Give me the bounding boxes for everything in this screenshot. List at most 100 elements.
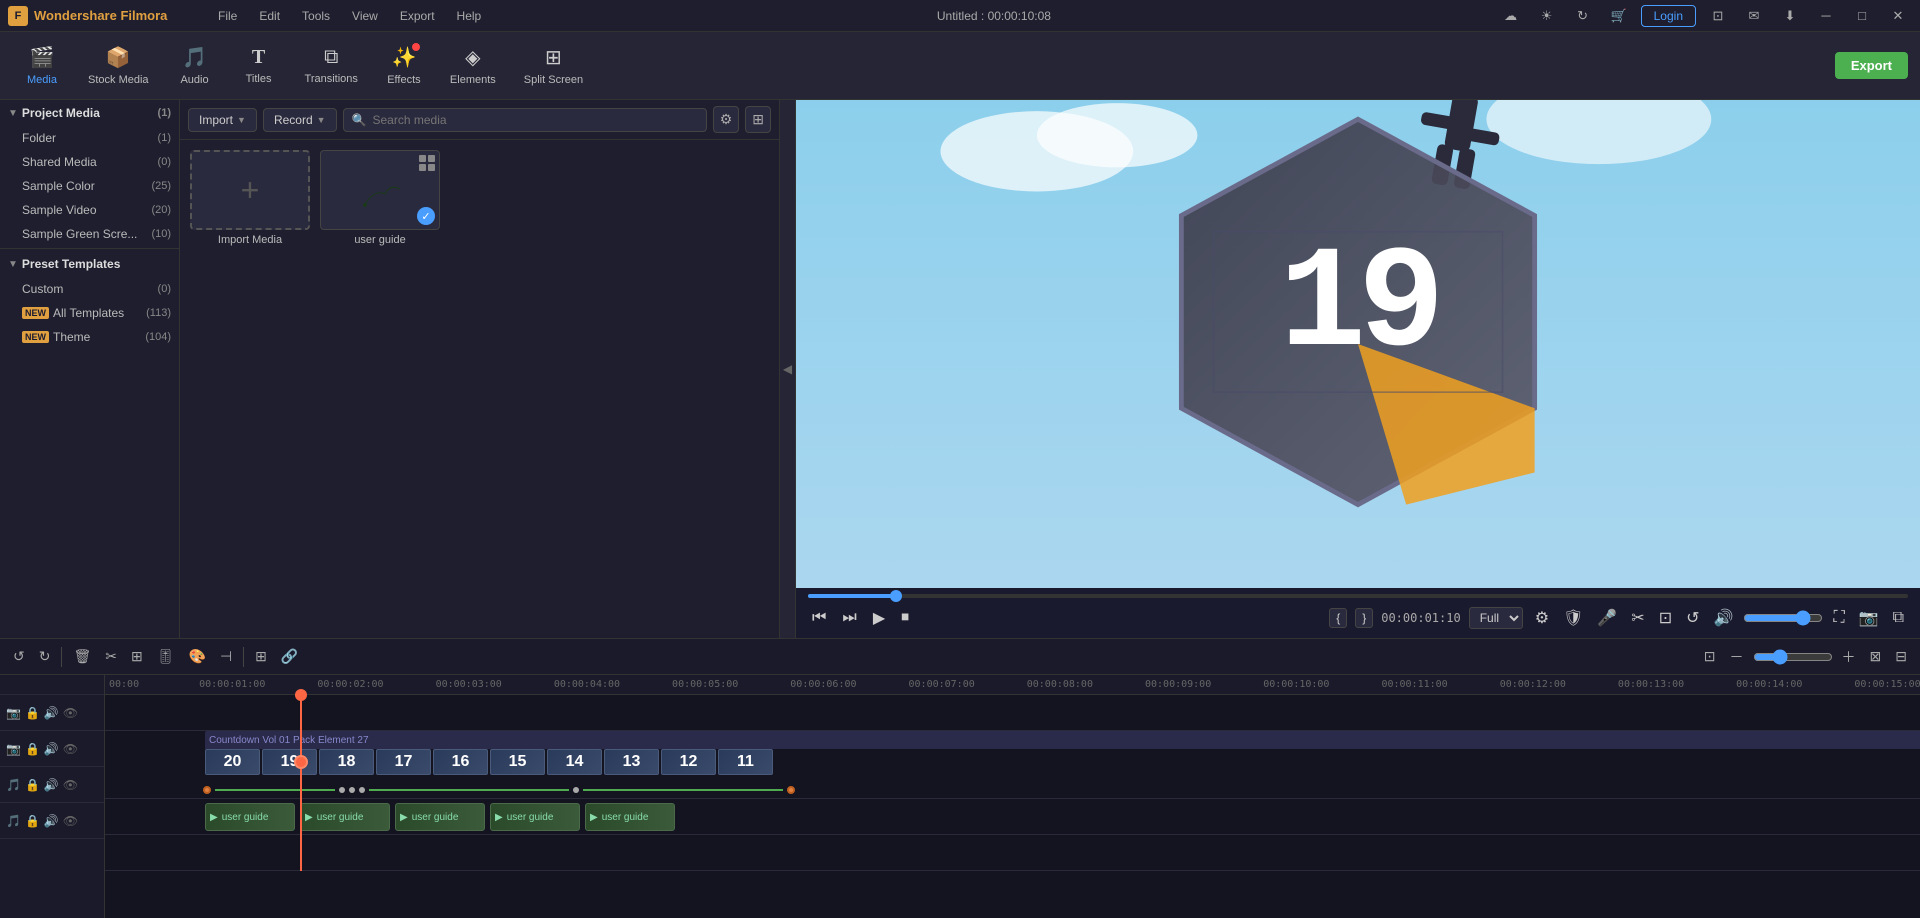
cloud-icon[interactable]: ☁ bbox=[1497, 5, 1525, 27]
sidebar-item-sample-green[interactable]: Sample Green Scre... (10) bbox=[0, 222, 179, 246]
track1-lock[interactable]: 🔒 bbox=[25, 706, 40, 720]
menu-view[interactable]: View bbox=[342, 5, 388, 27]
progress-bar[interactable] bbox=[808, 594, 1908, 598]
close-button[interactable]: ✕ bbox=[1884, 5, 1912, 27]
track3-audio[interactable]: 🔊 bbox=[44, 778, 59, 792]
section-project-media[interactable]: ▼ Project Media (1) bbox=[0, 100, 179, 126]
track2-lock[interactable]: 🔒 bbox=[25, 742, 40, 756]
track2-audio[interactable]: 🔊 bbox=[44, 742, 59, 756]
cart-icon[interactable]: 🛒 bbox=[1605, 5, 1633, 27]
section-preset-templates[interactable]: ▼ Preset Templates bbox=[0, 251, 179, 277]
frame-20[interactable]: 20 bbox=[205, 749, 260, 775]
pip-icon[interactable]: ⧉ bbox=[1889, 605, 1908, 631]
sidebar-item-folder[interactable]: Folder (1) bbox=[0, 126, 179, 150]
mic-icon[interactable]: 🎤 bbox=[1593, 604, 1621, 632]
panel-collapse-arrow[interactable]: ◀ bbox=[780, 100, 796, 638]
sidebar-item-custom[interactable]: Custom (0) bbox=[0, 277, 179, 301]
zoom-slider[interactable] bbox=[1753, 649, 1833, 665]
redo-button[interactable]: ↻ bbox=[34, 645, 56, 668]
search-container[interactable]: 🔍 bbox=[343, 108, 707, 132]
track4-icon[interactable]: 🎵 bbox=[6, 814, 21, 828]
delete-button[interactable]: 🗑 bbox=[68, 645, 96, 668]
search-input[interactable] bbox=[373, 113, 698, 127]
frame-11[interactable]: 11 bbox=[718, 749, 773, 775]
audio-eq-button[interactable]: 🎚 bbox=[152, 645, 180, 668]
import-media-item[interactable]: + Import Media bbox=[190, 150, 310, 246]
menu-edit[interactable]: Edit bbox=[249, 5, 290, 27]
guide-clip-2[interactable]: ▶ user guide bbox=[300, 803, 390, 831]
export-button[interactable]: Export bbox=[1835, 52, 1908, 79]
track1-icon[interactable]: 📷 bbox=[6, 706, 21, 720]
track1-eye[interactable]: 👁 bbox=[63, 706, 78, 720]
cut-button[interactable]: ✂ bbox=[100, 645, 122, 668]
frame-17[interactable]: 17 bbox=[376, 749, 431, 775]
skip-back-button[interactable]: ⏮ bbox=[808, 605, 830, 631]
split-view-button[interactable]: ⊟ bbox=[1890, 645, 1912, 668]
bracket-start-button[interactable]: { bbox=[1329, 608, 1347, 628]
guide-clip-3[interactable]: ▶ user guide bbox=[395, 803, 485, 831]
link-button[interactable]: 🔗 bbox=[276, 645, 303, 668]
track2-eye[interactable]: 👁 bbox=[63, 742, 78, 756]
undo-button[interactable]: ↺ bbox=[8, 645, 30, 668]
guide-clip-5[interactable]: ▶ user guide bbox=[585, 803, 675, 831]
sidebar-item-shared-media[interactable]: Shared Media (0) bbox=[0, 150, 179, 174]
frame-15[interactable]: 15 bbox=[490, 749, 545, 775]
message-icon[interactable]: ✉ bbox=[1740, 5, 1768, 27]
snapshot-icon[interactable]: 📷 bbox=[1855, 604, 1883, 632]
filter-button[interactable]: ⚙ bbox=[713, 106, 740, 133]
frame-16[interactable]: 16 bbox=[433, 749, 488, 775]
grid-view-button[interactable]: ⊞ bbox=[745, 106, 771, 133]
download-icon[interactable]: ⬇ bbox=[1776, 5, 1804, 27]
frame-19[interactable]: 19 bbox=[262, 749, 317, 775]
record-button[interactable]: Record ▼ bbox=[263, 108, 337, 132]
update-icon[interactable]: ↻ bbox=[1569, 5, 1597, 27]
playhead[interactable] bbox=[300, 695, 302, 871]
undo-icon[interactable]: ↺ bbox=[1682, 604, 1703, 632]
frame-14[interactable]: 14 bbox=[547, 749, 602, 775]
theme-icon[interactable]: ☀ bbox=[1533, 5, 1561, 27]
play-button[interactable]: ▶ bbox=[869, 604, 889, 632]
cut-icon[interactable]: ✂ bbox=[1627, 604, 1648, 632]
frame-18[interactable]: 18 bbox=[319, 749, 374, 775]
snap-button[interactable]: ⊡ bbox=[1699, 645, 1721, 668]
menu-file[interactable]: File bbox=[208, 5, 247, 27]
toolbar-stock-media[interactable]: 📦 Stock Media bbox=[76, 41, 161, 90]
toolbar-media[interactable]: 🎬 Media bbox=[12, 41, 72, 90]
trim-button[interactable]: ⊣ bbox=[215, 645, 237, 668]
step-back-button[interactable]: ⏭ bbox=[838, 605, 860, 631]
zoom-out-button[interactable]: － bbox=[1725, 644, 1749, 670]
sidebar-item-sample-color[interactable]: Sample Color (25) bbox=[0, 174, 179, 198]
sidebar-item-sample-video[interactable]: Sample Video (20) bbox=[0, 198, 179, 222]
track1-audio[interactable]: 🔊 bbox=[44, 706, 59, 720]
quality-select[interactable]: Full 1/2 1/4 bbox=[1469, 607, 1523, 629]
track4-eye[interactable]: 👁 bbox=[63, 814, 78, 828]
toolbar-audio[interactable]: 🎵 Audio bbox=[165, 41, 225, 90]
crop-icon[interactable]: ⊡ bbox=[1655, 604, 1676, 632]
sidebar-item-theme[interactable]: NEW Theme (104) bbox=[0, 325, 179, 349]
toolbar-transitions[interactable]: ⧉ Transitions bbox=[293, 42, 370, 89]
toolbar-split-screen[interactable]: ⊞ Split Screen bbox=[512, 41, 595, 90]
fullscreen-icon[interactable]: ⛶ bbox=[1829, 605, 1848, 631]
fit-button[interactable]: ⊠ bbox=[1865, 645, 1887, 668]
track2-icon[interactable]: 📷 bbox=[6, 742, 21, 756]
menu-help[interactable]: Help bbox=[447, 5, 492, 27]
sidebar-item-all-templates[interactable]: NEW All Templates (113) bbox=[0, 301, 179, 325]
toolbar-elements[interactable]: ◈ Elements bbox=[438, 41, 508, 90]
toolbar-effects[interactable]: ✨ Effects bbox=[374, 41, 434, 90]
track3-icon[interactable]: 🎵 bbox=[6, 778, 21, 792]
guide-clip-4[interactable]: ▶ user guide bbox=[490, 803, 580, 831]
toolbar-titles[interactable]: T Titles bbox=[229, 42, 289, 89]
menu-tools[interactable]: Tools bbox=[292, 5, 340, 27]
stop-button[interactable]: ⏹ bbox=[897, 605, 913, 631]
track3-lock[interactable]: 🔒 bbox=[25, 778, 40, 792]
guide-clip-1[interactable]: ▶ user guide bbox=[205, 803, 295, 831]
volume-slider[interactable] bbox=[1743, 610, 1823, 626]
menu-export[interactable]: Export bbox=[390, 5, 445, 27]
shield-icon[interactable]: 🛡 bbox=[1559, 604, 1587, 632]
frame-13[interactable]: 13 bbox=[604, 749, 659, 775]
progress-thumb[interactable] bbox=[890, 590, 902, 602]
minimize-button[interactable]: ─ bbox=[1812, 5, 1840, 27]
user-guide-media-item[interactable]: ✓ user guide bbox=[320, 150, 440, 246]
track4-lock[interactable]: 🔒 bbox=[25, 814, 40, 828]
maximize-button[interactable]: □ bbox=[1848, 5, 1876, 27]
